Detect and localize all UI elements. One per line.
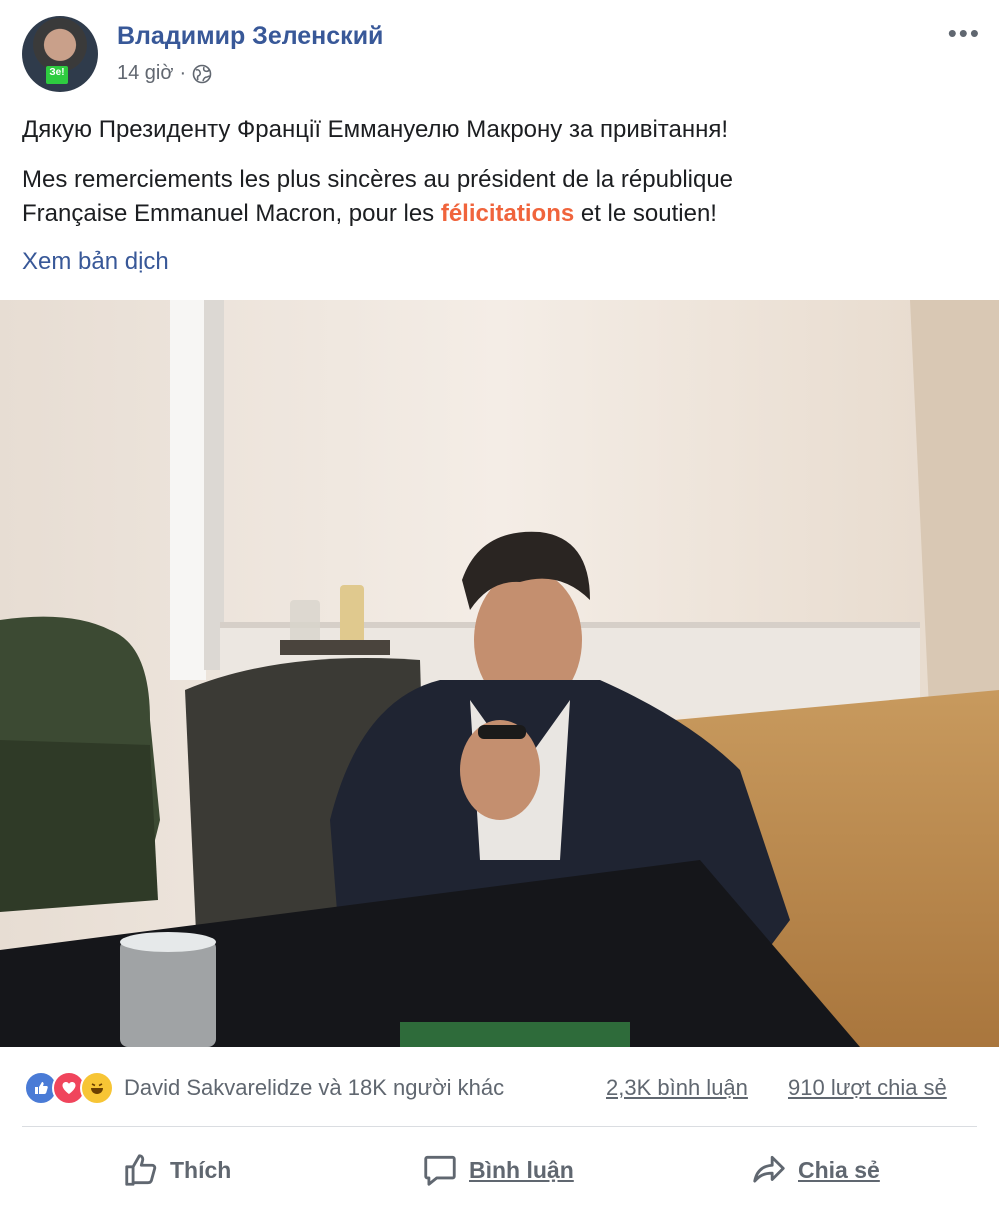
share-label: Chia sẻ <box>798 1156 880 1183</box>
avatar-badge: Зе! <box>46 66 68 84</box>
globe-icon[interactable] <box>192 64 212 84</box>
reactions-summary[interactable]: David Sakvarelidze và 18K người khác <box>124 1075 504 1101</box>
post-time[interactable]: 14 giờ <box>117 62 173 85</box>
like-label: Thích <box>170 1156 232 1183</box>
share-icon <box>753 1155 785 1183</box>
thumbs-up-icon <box>125 1154 157 1186</box>
post-text-fr-2: Française Emmanuel Macron, pour les féli… <box>22 200 717 228</box>
post-actions: Thích Bình luận Chia sẻ <box>0 1127 999 1217</box>
haha-icon <box>80 1071 114 1105</box>
comment-button[interactable]: Bình luận <box>421 1151 574 1189</box>
post-text-fr-2-post: et le soutien! <box>574 200 717 227</box>
like-button[interactable]: Thích <box>122 1151 231 1189</box>
comments-count[interactable]: 2,3K bình luận <box>606 1075 748 1101</box>
more-options-icon[interactable]: ••• <box>948 18 981 49</box>
shares-count[interactable]: 910 lượt chia sẻ <box>788 1075 947 1101</box>
author-name[interactable]: Владимир Зеленский <box>117 22 383 51</box>
post-text-ua: Дякую Президенту Франції Еммануелю Макро… <box>22 116 729 143</box>
hashtag-highlight[interactable]: félicitations <box>441 200 574 227</box>
post-photo[interactable] <box>0 300 999 1047</box>
post-text-fr-2-pre: Française Emmanuel Macron, pour les <box>22 200 441 227</box>
avatar[interactable]: Зе! <box>22 16 98 92</box>
comment-label: Bình luận <box>469 1156 574 1183</box>
post-stats: David Sakvarelidze và 18K người khác 2,3… <box>0 1047 999 1127</box>
see-translation-link[interactable]: Xem bản dịch <box>22 248 169 276</box>
post-text-fr-1: Mes remerciements les plus sincères au p… <box>22 166 734 193</box>
facebook-post: Зе! Владимир Зеленский 14 giờ · ••• Дяку… <box>0 0 999 1219</box>
share-button[interactable]: Chia sẻ <box>750 1151 880 1189</box>
photo-illustration <box>0 300 999 1047</box>
reaction-icons[interactable] <box>24 1071 114 1105</box>
meta-separator: · <box>179 62 187 84</box>
post-meta: 14 giờ · <box>117 62 212 85</box>
comment-icon <box>424 1155 456 1186</box>
